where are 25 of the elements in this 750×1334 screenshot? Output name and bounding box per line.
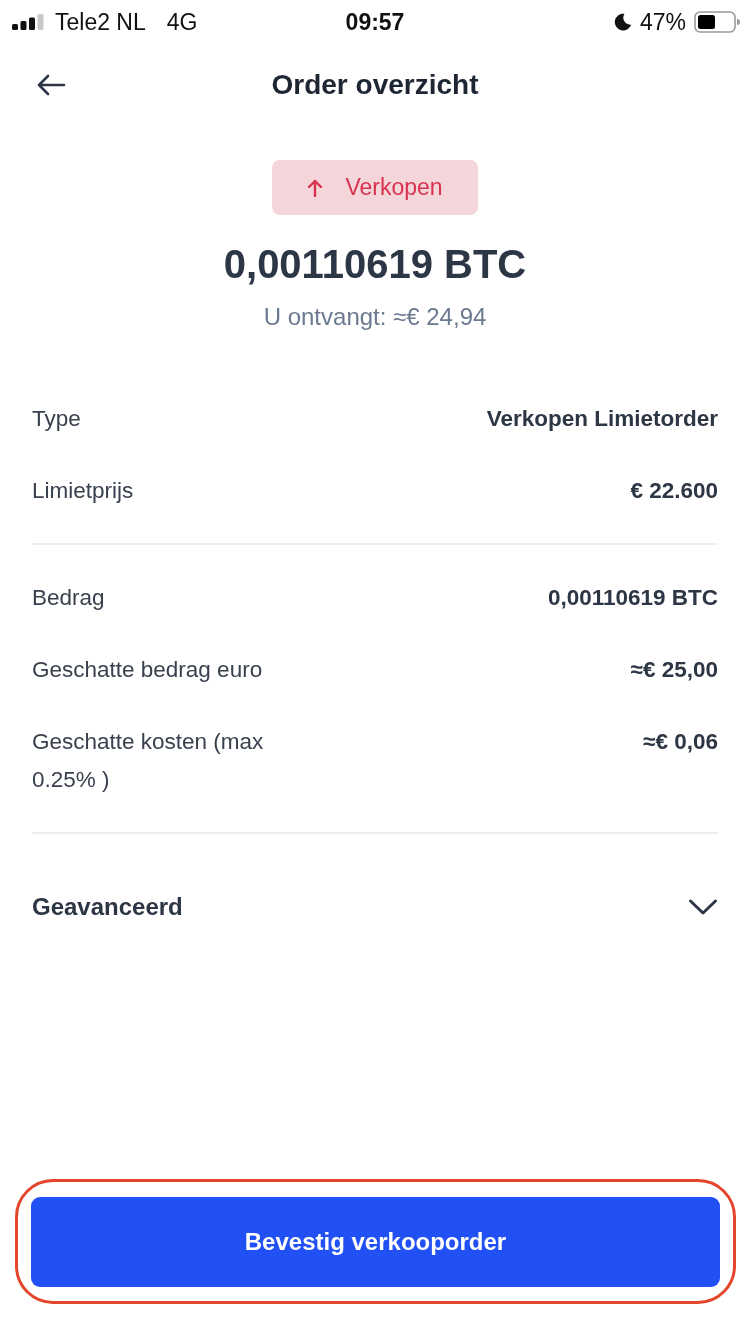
network-type: 4G — [166, 8, 198, 36]
signal-icon — [12, 14, 44, 30]
clock-time: 09:57 — [345, 8, 405, 36]
detail-label: Geschatte bedrag euro — [32, 656, 263, 684]
back-arrow-icon — [36, 74, 66, 96]
confirm-button[interactable]: Bevestig verkooporder — [31, 1197, 720, 1287]
detail-label: Bedrag — [32, 584, 105, 612]
page-title: Order overzicht — [271, 69, 479, 101]
detail-value: ≈€ 25,00 — [630, 656, 718, 684]
detail-label: Limietprijs — [32, 477, 134, 505]
detail-value: ≈€ 0,06 — [643, 728, 718, 756]
battery-percent: 47% — [639, 8, 686, 36]
up-arrow-icon — [307, 178, 324, 197]
detail-value: € 22.600 — [630, 477, 718, 505]
badge-label: Verkopen — [345, 174, 443, 201]
detail-value: 0,00110619 BTC — [547, 584, 718, 612]
carrier-name: Tele2 NL — [55, 8, 146, 36]
order-amount: 0,00110619 BTC — [223, 241, 527, 288]
detail-value: Verkopen Limietorder — [486, 405, 718, 433]
detail-label: Geschatte kosten (max 0.25% ) — [32, 728, 265, 794]
detail-label: Type — [32, 405, 81, 433]
battery-icon — [694, 11, 740, 33]
moon-icon — [613, 13, 632, 31]
advanced-toggle[interactable]: Geavanceerd — [32, 888, 718, 926]
receive-estimate: U ontvangt: ≈€ 24,94 — [263, 302, 487, 332]
